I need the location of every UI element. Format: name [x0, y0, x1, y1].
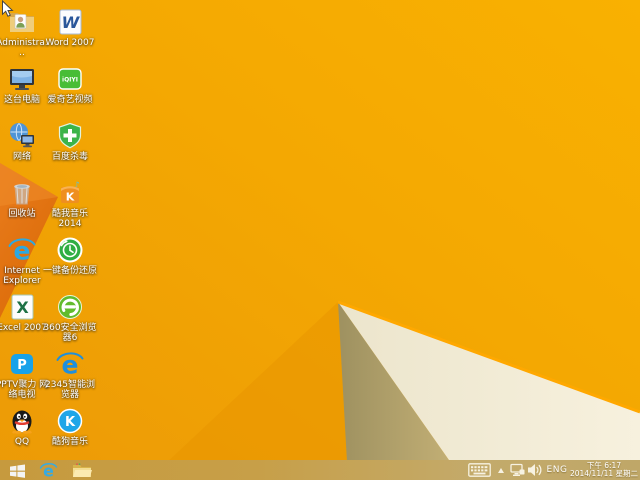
svg-text:K: K: [65, 415, 76, 430]
svg-text:P: P: [17, 358, 27, 373]
pptv-icon: P: [7, 349, 37, 379]
360-browser-icon: [55, 292, 85, 322]
backup-restore-clock-icon: [55, 235, 85, 265]
network-tray-button[interactable]: [508, 460, 526, 480]
svg-text:iQIYI: iQIYI: [62, 77, 78, 84]
desktop-icon-label: 一键备份还原: [43, 266, 98, 276]
desktop-icon-label: 酷我音乐 2014: [51, 209, 88, 229]
desktop-icon-iqiyi-video[interactable]: iQIYI 爱奇艺视频: [43, 64, 97, 105]
taskbar-explorer-button[interactable]: [69, 460, 95, 480]
svg-text:W: W: [62, 13, 81, 32]
windows-logo-icon: [9, 464, 25, 478]
desktop-icon-pptv[interactable]: P PPTV聚力 网络电视: [0, 349, 49, 400]
speaker-icon: [528, 464, 542, 476]
internet-explorer-icon: e: [7, 235, 37, 265]
computer-icon: [7, 64, 37, 94]
language-indicator[interactable]: ENG: [544, 460, 570, 480]
file-explorer-icon: [73, 462, 92, 477]
show-hidden-icons-button[interactable]: [494, 460, 508, 480]
desktop-icon-label: 这台电脑: [3, 95, 40, 105]
desktop-icon-kugou-music[interactable]: K 酷狗音乐: [43, 406, 97, 447]
qq-penguin-icon: [7, 406, 37, 436]
desktop-icon-one-key-backup[interactable]: 一键备份还原: [43, 235, 97, 276]
recycle-bin-icon: [7, 178, 37, 208]
network-globe-icon: [7, 121, 37, 151]
shield-icon: [55, 121, 85, 151]
start-button[interactable]: [4, 460, 30, 480]
desktop-icon-label: Excel 2007: [0, 323, 47, 333]
chevron-up-icon: [498, 467, 504, 473]
word-icon: W: [55, 7, 85, 37]
desktop-icon-label: Administra...: [0, 38, 48, 58]
kugou-music-icon: K: [55, 406, 85, 436]
desktop-icon-label: 爱奇艺视频: [47, 95, 93, 105]
internet-explorer-icon: e: [39, 461, 57, 480]
tray-date: 2014/11/11 星期二: [569, 469, 639, 478]
desktop-icon-label: Word 2007: [45, 38, 95, 48]
desktop-icon-baidu-antivirus[interactable]: 百度杀毒: [43, 121, 97, 162]
svg-text:X: X: [16, 298, 29, 317]
kuwo-music-icon: ♪ K: [55, 178, 85, 208]
iqiyi-icon: iQIYI: [55, 64, 85, 94]
volume-tray-button[interactable]: [526, 460, 544, 480]
desktop-icon-label: QQ: [14, 437, 30, 447]
desktop-icon-label: Internet Explorer: [3, 266, 41, 286]
desktop-icon-kuwo-music[interactable]: ♪ K 酷我音乐 2014: [43, 178, 97, 229]
desktop-icon-label: 360安全浏览器6: [43, 323, 97, 343]
touch-keyboard-button[interactable]: [466, 460, 493, 480]
desktop-icon-word-2007[interactable]: W Word 2007: [43, 7, 97, 48]
taskbar-ie-button[interactable]: e: [35, 460, 61, 480]
2345-browser-icon: e: [55, 349, 85, 379]
desktop-icon-qq[interactable]: QQ: [0, 406, 49, 447]
desktop-icon-recycle-bin[interactable]: 回收站: [0, 178, 49, 219]
desktop-icon-360-browser[interactable]: 360安全浏览器6: [43, 292, 97, 343]
keyboard-icon: [468, 463, 491, 477]
desktop-icon-2345-browser[interactable]: e 2345智能浏览器: [43, 349, 97, 401]
desktop-icon-label: 百度杀毒: [51, 152, 88, 162]
desktop-icon-label: 2345智能浏览器: [45, 380, 95, 400]
svg-text:K: K: [66, 191, 75, 204]
desktop-icon-label: PPTV聚力 网络电视: [0, 380, 49, 400]
desktop-icon-label: 酷狗音乐: [51, 437, 88, 447]
desktop-icon-network[interactable]: 网络: [0, 121, 49, 162]
desktop-icon-label: 回收站: [8, 209, 36, 219]
taskbar: e ENG 下午 6:17 2014/11/11 星期二: [0, 460, 640, 480]
desktop-icon-label: 网络: [12, 152, 31, 162]
desktop-icon-excel-2007[interactable]: X Excel 2007: [0, 292, 49, 333]
mouse-cursor: [2, 0, 14, 17]
network-status-icon: [509, 463, 524, 476]
excel-icon: X: [7, 292, 37, 322]
tray-clock[interactable]: 下午 6:17 2014/11/11 星期二: [570, 460, 638, 480]
desktop-icon-internet-explorer[interactable]: e Internet Explorer: [0, 235, 49, 287]
desktop: Administra... W Word 2007 这台电脑 iQIYI 爱奇艺…: [0, 0, 640, 480]
desktop-icon-this-pc[interactable]: 这台电脑: [0, 64, 49, 105]
